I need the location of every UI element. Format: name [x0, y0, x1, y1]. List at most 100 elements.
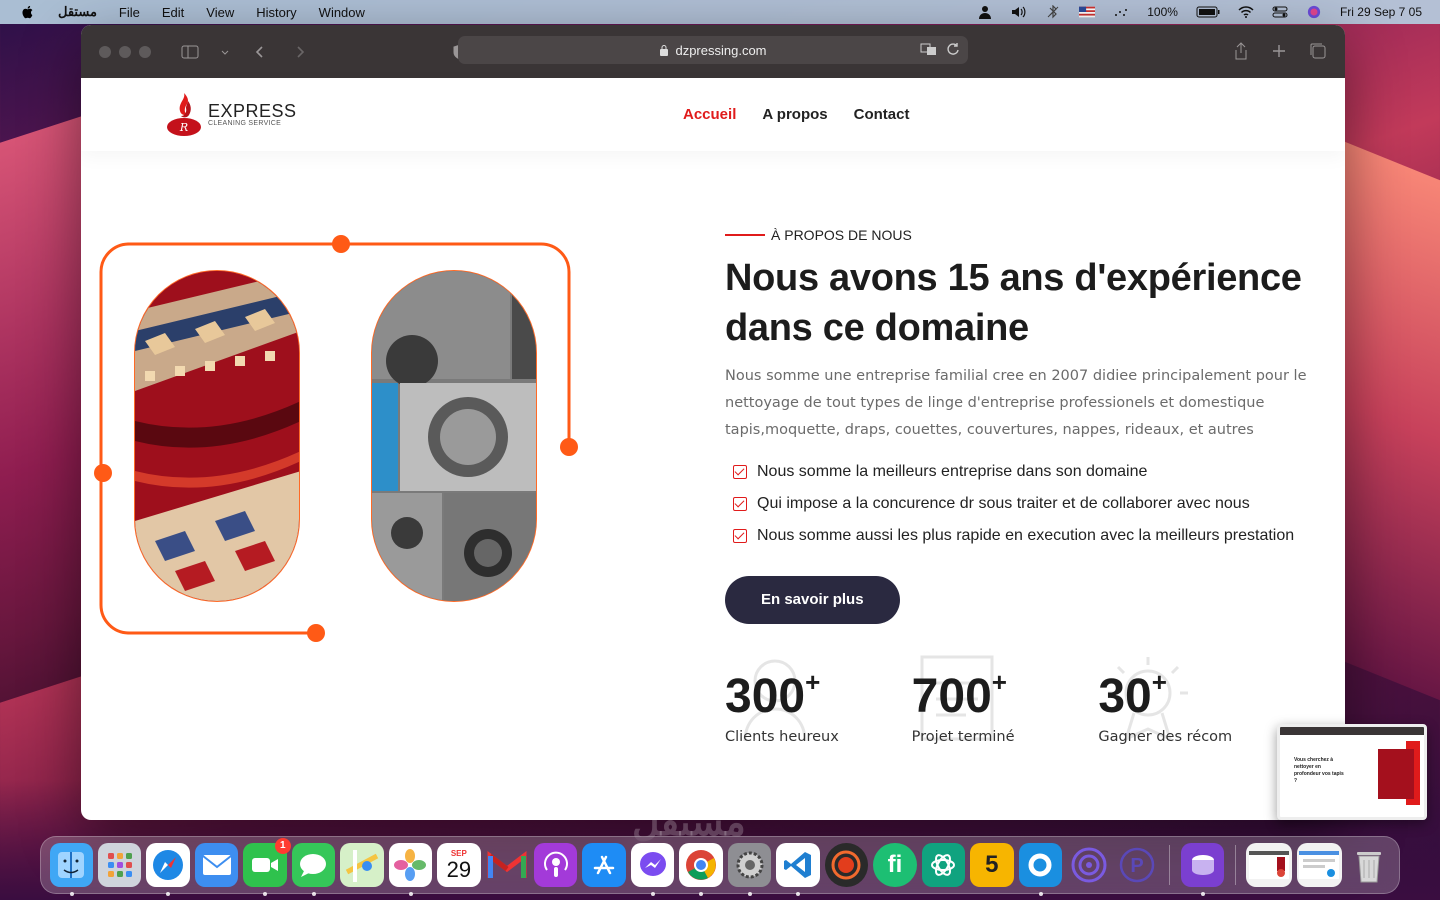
safari-icon[interactable]	[146, 843, 190, 896]
nav-link-contact[interactable]: Contact	[854, 106, 910, 123]
stat-suffix: +	[1151, 667, 1167, 697]
url-text: dzpressing.com	[675, 42, 767, 58]
about-description: Nous somme une entreprise familial cree …	[725, 368, 1307, 438]
tab-overview-icon[interactable]	[1309, 42, 1327, 60]
gmail-icon[interactable]	[486, 843, 529, 887]
recent-window-thumbnail[interactable]	[1296, 843, 1343, 887]
list-item-text: Nous somme aussi les plus rapide en exec…	[757, 527, 1295, 544]
main-nav: Accueil A propos Contact	[683, 106, 909, 123]
running-indicator	[747, 892, 752, 896]
section-eyebrow: À PROPOS DE NOUS	[725, 227, 1325, 243]
apple-icon[interactable]	[20, 4, 36, 20]
menu-edit[interactable]: Edit	[162, 5, 184, 20]
laundry-machines-image	[371, 270, 537, 602]
fiverr-glyph: fi	[887, 851, 903, 878]
nav-link-accueil[interactable]: Accueil	[683, 106, 736, 123]
running-indicator	[1038, 892, 1043, 896]
clock[interactable]: Fri 29 Sep 7 05	[1340, 5, 1422, 19]
running-indicator	[408, 892, 413, 896]
siri-icon[interactable]	[1306, 5, 1322, 19]
menu-file[interactable]: File	[119, 5, 140, 20]
checkbox-icon	[733, 529, 747, 543]
dots-icon[interactable]	[1113, 5, 1129, 19]
messages-icon[interactable]	[291, 843, 336, 896]
app-name[interactable]: مستقل	[58, 4, 97, 20]
list-item: Nous somme aussi les plus rapide en exec…	[725, 520, 1325, 552]
carpet-image	[134, 270, 300, 602]
about-headline: Nous avons 15 ans d'expérience dans ce d…	[725, 257, 1302, 349]
photos-icon[interactable]	[388, 843, 433, 896]
app-p-icon[interactable]: P	[1115, 843, 1158, 887]
running-indicator	[69, 892, 74, 896]
messenger-icon[interactable]	[630, 843, 675, 896]
stat-number: 300	[725, 670, 806, 723]
menu-bar: مستقل File Edit View History Window 100%…	[0, 0, 1440, 24]
stats-row: 300 + Clients heureux 700+ Projet terminé…	[725, 645, 1285, 755]
frame-dot	[94, 464, 112, 482]
user-icon[interactable]	[977, 5, 993, 19]
mail-icon[interactable]	[194, 843, 239, 887]
nav-link-a-propos[interactable]: A propos	[762, 106, 827, 123]
dock-separator	[1169, 845, 1171, 885]
calendar-icon[interactable]: SEP 29	[437, 843, 481, 887]
svg-text:P: P	[1131, 855, 1144, 877]
about-section: À PROPOS DE NOUS Nous avons 15 ans d'exp…	[725, 227, 1325, 624]
finder-icon[interactable]	[49, 843, 93, 896]
launchpad-icon[interactable]	[97, 843, 142, 887]
wifi-icon[interactable]	[1238, 5, 1254, 19]
lock-icon	[660, 45, 669, 56]
facetime-icon[interactable]: 1	[243, 838, 291, 896]
stat-suffix: +	[991, 667, 1007, 697]
list-item-text: Nous somme la meilleurs entreprise dans …	[757, 463, 1148, 480]
battery-icon[interactable]	[1196, 5, 1220, 19]
share-icon[interactable]	[1233, 42, 1249, 60]
app-o-icon[interactable]	[1018, 843, 1063, 896]
app-5-icon[interactable]: 5	[970, 843, 1014, 887]
control-center-icon[interactable]	[1272, 5, 1288, 19]
trash-icon[interactable]	[1347, 843, 1390, 887]
recent-window-thumbnail[interactable]	[1246, 843, 1292, 887]
volume-icon[interactable]	[1011, 5, 1027, 19]
podcasts-icon[interactable]	[534, 843, 578, 887]
menu-history[interactable]: History	[256, 5, 296, 20]
disk-utility-icon[interactable]	[1180, 843, 1225, 896]
chrome-icon[interactable]	[679, 843, 723, 896]
frame-dot	[307, 624, 325, 642]
chatgpt-icon[interactable]	[921, 843, 966, 887]
calendar-day: 29	[446, 856, 472, 882]
running-indicator	[650, 892, 655, 896]
system-settings-icon[interactable]	[727, 843, 772, 896]
dock-separator	[1234, 845, 1236, 885]
thumbnail-image	[1378, 749, 1414, 799]
fiverr-icon[interactable]: fi	[873, 843, 917, 887]
learn-more-button[interactable]: En savoir plus	[725, 576, 900, 624]
stat-number: 700	[911, 670, 992, 723]
us-flag-icon[interactable]	[1079, 5, 1096, 19]
running-indicator	[311, 892, 316, 896]
menu-view[interactable]: View	[206, 5, 234, 20]
translate-icon[interactable]	[920, 42, 938, 56]
new-tab-icon[interactable]	[1271, 42, 1287, 60]
checkbox-icon	[733, 465, 747, 479]
app-store-icon[interactable]	[582, 843, 626, 887]
vscode-icon[interactable]	[776, 843, 820, 896]
recorder-icon[interactable]	[824, 843, 869, 887]
maps-icon[interactable]	[340, 843, 384, 887]
stat-label: Gagner des récom	[1098, 729, 1233, 745]
eyebrow-line	[725, 234, 765, 236]
dock: 1 SEP 29 fi 5 P	[40, 836, 1400, 896]
stat-awards: 30+ Gagner des récom	[1098, 645, 1285, 755]
stat-projects: 700+ Projet terminé	[912, 645, 1099, 755]
reload-icon[interactable]	[946, 42, 960, 56]
podcast-alt-icon[interactable]	[1067, 843, 1110, 887]
thumbnail-toolbar	[1280, 727, 1424, 735]
battery-percent: 100%	[1147, 5, 1178, 19]
list-item: Nous somme la meilleurs entreprise dans …	[725, 456, 1325, 488]
menu-window[interactable]: Window	[319, 5, 365, 20]
running-indicator	[1200, 892, 1205, 896]
bluetooth-icon[interactable]	[1045, 5, 1061, 19]
stat-label: Clients heureux	[725, 729, 839, 745]
eyebrow-text: À PROPOS DE NOUS	[771, 227, 912, 243]
list-item: Qui impose a la concurence dr sous trait…	[725, 488, 1325, 520]
screenshot-thumbnail[interactable]: Vous cherchez à nettoyer en profondeur v…	[1277, 724, 1427, 820]
